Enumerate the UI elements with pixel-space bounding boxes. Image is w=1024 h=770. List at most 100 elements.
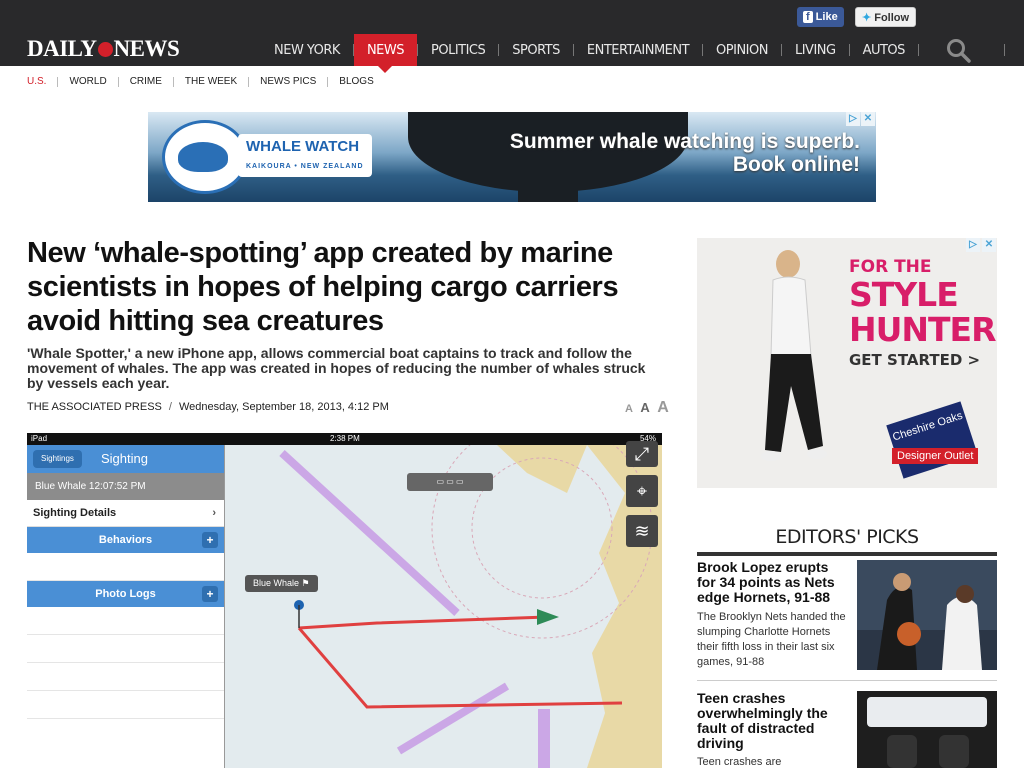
- fashion-model-image: [761, 250, 827, 461]
- ad-line-large: STYLE: [849, 275, 959, 314]
- ad-brand-location: KAIKOURA • NEW ZEALAND: [246, 163, 364, 170]
- pick-title[interactable]: Teen crashes overwhelmingly the fault of…: [697, 691, 849, 751]
- ad-get-started-link: GET STARTED >: [849, 351, 981, 369]
- font-size-controls: A A A: [622, 399, 669, 417]
- sub-nav: U.S. WORLD CRIME THE WEEK NEWS PICS BLOG…: [27, 76, 385, 88]
- nav-separator: [1004, 44, 1005, 56]
- twitter-follow-label: Follow: [874, 12, 910, 24]
- panel-empty-row: [27, 553, 224, 581]
- font-size-small-button[interactable]: A: [625, 403, 633, 415]
- ad-headline-line: Summer whale watching is superb.: [509, 130, 860, 153]
- editors-pick-item[interactable]: Teen crashes overwhelmingly the fault of…: [697, 691, 997, 768]
- logo-left: DAILY: [27, 36, 97, 61]
- nav-item-entertainment[interactable]: ENTERTAINMENT: [574, 34, 702, 66]
- article-title: New ‘whale-spotting’ app created by mari…: [27, 237, 619, 337]
- nav-item-politics[interactable]: POLITICS: [418, 34, 498, 66]
- panel-empty-row: [27, 607, 224, 635]
- editors-pick-item[interactable]: Brook Lopez erupts for 34 points as Nets…: [697, 560, 997, 672]
- ad-close-icon[interactable]: ✕: [982, 238, 996, 252]
- layers-icon: ≋: [626, 515, 658, 547]
- ad-close-icon[interactable]: ✕: [861, 112, 875, 126]
- font-size-large-button[interactable]: A: [657, 399, 669, 416]
- sighting-details-label: Sighting Details: [33, 507, 117, 519]
- main-nav: NEW YORK NEWS POLITICS SPORTS ENTERTAINM…: [261, 34, 919, 73]
- panel-empty-row: [27, 635, 224, 663]
- twitter-bird-icon: ✦: [862, 12, 872, 24]
- ipad-status-bar: iPad 2:38 PM 54%: [27, 433, 662, 445]
- subnav-item-crime[interactable]: CRIME: [119, 76, 173, 88]
- nav-item-new-york[interactable]: NEW YORK: [261, 34, 353, 66]
- pick-divider: [697, 680, 997, 681]
- article-author[interactable]: THE ASSOCIATED PRESS: [27, 401, 162, 413]
- pick-title[interactable]: Brook Lopez erupts for 34 points as Nets…: [697, 560, 849, 605]
- designer-outlet-label: Designer Outlet: [892, 448, 979, 464]
- adchoices-icon[interactable]: ▷: [966, 238, 980, 252]
- byline-separator: /: [168, 401, 172, 413]
- facebook-like-button[interactable]: f Like: [797, 7, 844, 27]
- nav-item-sports[interactable]: SPORTS: [499, 34, 573, 66]
- panel-empty-row: [27, 691, 224, 719]
- editors-picks-title: EDITORS' PICKS: [775, 526, 919, 548]
- nav-separator: [917, 44, 919, 56]
- section-divider: [697, 552, 997, 556]
- ad-line-large: HUNTERS: [849, 310, 997, 349]
- adchoices-icon[interactable]: ▷: [846, 112, 860, 126]
- top-banner-ad[interactable]: WHALE WATCH KAIKOURA • NEW ZEALAND Summe…: [148, 112, 876, 202]
- photo-logs-label: Photo Logs: [95, 588, 156, 600]
- article-summary: 'Whale Spotter,' a new iPhone app, allow…: [27, 345, 646, 391]
- device-name: iPad: [31, 434, 48, 443]
- panel-title: Sighting: [101, 451, 148, 466]
- facebook-like-label: Like: [815, 11, 838, 23]
- panel-header: Sightings Sighting: [27, 445, 224, 473]
- add-icon: +: [202, 532, 218, 548]
- cheshire-oaks-logo: Cheshire Oaks: [886, 401, 978, 479]
- subnav-item-news-pics[interactable]: NEWS PICS: [249, 76, 327, 88]
- subnav-item-the-week[interactable]: THE WEEK: [174, 76, 248, 88]
- nav-item-opinion[interactable]: OPINION: [703, 34, 781, 66]
- ad-headline: Summer whale watching is superb. Book on…: [510, 130, 860, 176]
- nav-item-living[interactable]: LIVING: [782, 34, 849, 66]
- logo-right: NEWS: [113, 36, 180, 61]
- nav-item-news[interactable]: NEWS: [353, 34, 417, 73]
- panel-empty-row: [27, 663, 224, 691]
- search-icon[interactable]: [946, 38, 972, 64]
- subnav-item-world[interactable]: WORLD: [58, 76, 117, 88]
- behaviors-label: Behaviors: [98, 534, 153, 546]
- article-date: Wednesday, September 18, 2013, 4:12 PM: [178, 401, 389, 413]
- add-icon: +: [202, 586, 218, 602]
- site-header: DAILY NEWS f Like ✦ Follow NEW YORK NEWS PO…: [0, 0, 1024, 73]
- site-logo[interactable]: DAILY NEWS: [27, 36, 180, 62]
- sidebar-ad[interactable]: FOR THE STYLE HUNTERS GET STARTED > Ches…: [697, 238, 997, 488]
- logo-dot-icon: [97, 42, 113, 57]
- sighting-panel: Sightings Sighting Blue Whale 12:07:52 P…: [27, 445, 225, 768]
- ad-brand-name: WHALE WATCH: [246, 138, 360, 155]
- ad-headline-cta: Book online!: [732, 153, 860, 176]
- nav-item-autos[interactable]: AUTOS: [850, 34, 918, 66]
- twitter-follow-button[interactable]: ✦ Follow: [855, 7, 917, 27]
- subnav-item-us[interactable]: U.S.: [27, 76, 57, 88]
- blue-whale-callout: Blue Whale ⚑: [245, 575, 318, 592]
- article-byline: THE ASSOCIATED PRESS / Wednesday, Septembe…: [27, 401, 389, 413]
- subnav-item-blogs[interactable]: BLOGS: [328, 76, 384, 88]
- sighting-details-row: Sighting Details ›: [27, 500, 224, 527]
- ad-line: FOR THE: [849, 257, 932, 277]
- expand-icon: ⤢: [626, 441, 658, 467]
- status-time: 2:38 PM: [330, 434, 360, 443]
- behaviors-bar: Behaviors +: [27, 527, 224, 553]
- callout-label: Blue Whale: [253, 578, 300, 588]
- photo-logs-bar: Photo Logs +: [27, 581, 224, 607]
- car-interior-photo[interactable]: [857, 691, 997, 768]
- article-image[interactable]: iPad 2:38 PM 54% Sightings Sighting Blue…: [27, 433, 662, 768]
- locate-icon: ⌖: [626, 475, 658, 507]
- whale-sighting-row: Blue Whale 12:07:52 PM: [27, 473, 224, 500]
- basketball-photo[interactable]: [857, 560, 997, 670]
- ad-brand: WHALE WATCH KAIKOURA • NEW ZEALAND: [238, 134, 372, 177]
- facebook-icon: f: [803, 11, 813, 23]
- pick-description: The Brooklyn Nets handed the slumping Ch…: [697, 611, 846, 668]
- ad-copy: FOR THE STYLE HUNTERS GET STARTED >: [849, 258, 997, 370]
- whale-logo-icon: [178, 142, 228, 172]
- map-scale-bar: ▭ ▭ ▭: [407, 473, 493, 491]
- sightings-back-button: Sightings: [33, 450, 82, 468]
- font-size-medium-button[interactable]: A: [640, 400, 649, 415]
- chevron-right-icon: ›: [212, 507, 216, 519]
